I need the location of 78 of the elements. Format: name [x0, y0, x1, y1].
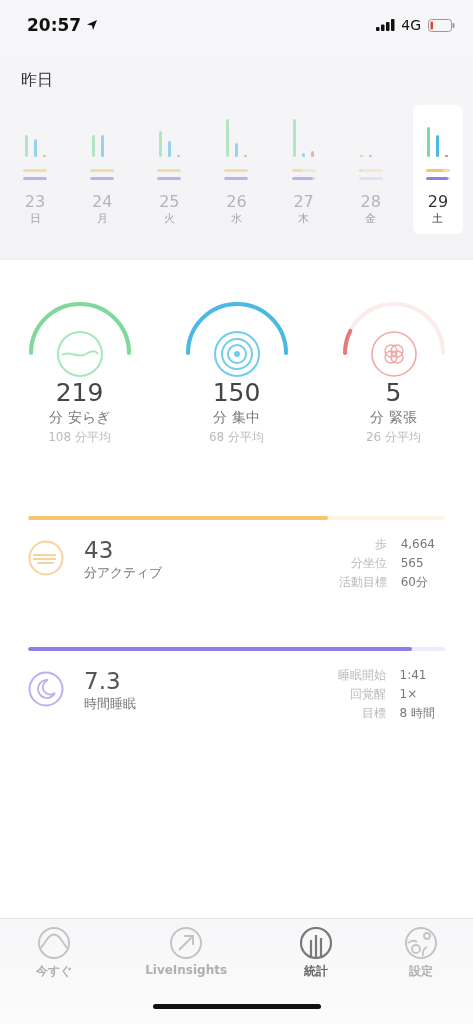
- detail-value: 4,664: [400, 537, 435, 551]
- mini-bar: [311, 151, 315, 157]
- day-date: 27: [293, 192, 314, 211]
- mini-bar: [427, 127, 431, 157]
- network-type: 4G: [401, 17, 421, 33]
- detail-label: 分坐位: [349, 555, 387, 572]
- hill-circle-icon: [38, 927, 71, 959]
- day-date: 23: [24, 192, 46, 211]
- mini-bar: [33, 139, 37, 157]
- overlapping-circles-icon: [369, 330, 418, 378]
- day-column[interactable]: 28 金: [345, 105, 396, 234]
- gauge-value: 150: [212, 378, 261, 407]
- tab-item[interactable]: LiveInsights: [141, 927, 232, 980]
- mini-bar: [24, 135, 28, 157]
- tab-item[interactable]: 今すぐ: [32, 927, 77, 980]
- day-date: 25: [159, 192, 180, 211]
- day-column[interactable]: 25 火: [144, 105, 195, 234]
- day-weekday: 水: [230, 211, 242, 226]
- detail-label: 活動目標: [338, 574, 387, 591]
- mini-bar: [234, 143, 238, 157]
- detail-value: 8 時間: [399, 705, 435, 722]
- gauge-average: 108 分平均: [48, 429, 111, 446]
- lines-circle-icon: [28, 540, 64, 576]
- detail-value: 60分: [400, 574, 429, 591]
- mini-bar: [158, 131, 162, 157]
- day-weekday: 金: [365, 211, 377, 226]
- settings-icon: [404, 927, 437, 959]
- gauge-average: 68 分平均: [208, 429, 265, 446]
- mini-bar: [100, 135, 104, 157]
- detail-label: 目標: [360, 705, 386, 722]
- detail-label: 歩: [373, 536, 387, 553]
- detail-value: 1×: [399, 687, 419, 701]
- day-date: 26: [226, 192, 247, 211]
- summary-value: 7.3: [84, 667, 122, 695]
- day-weekday: 日: [29, 211, 41, 226]
- signal-icon: [376, 19, 397, 31]
- wave-circle-icon: [55, 330, 104, 378]
- mini-bar: [91, 135, 95, 157]
- day-weekday: 火: [163, 211, 175, 226]
- day-column[interactable]: 27 木: [278, 105, 329, 234]
- summary-value: 43: [84, 536, 115, 564]
- moon-icon: [28, 671, 64, 707]
- day-weekday: 土: [432, 211, 444, 226]
- day-date: 28: [360, 192, 381, 211]
- mini-bar: [225, 119, 229, 157]
- day-column[interactable]: 26 水: [211, 105, 262, 234]
- summary-label: 分アクティブ: [84, 564, 163, 582]
- day-weekday: 木: [298, 211, 310, 226]
- clock-time: 20:57: [27, 15, 82, 35]
- location-arrow-icon: [86, 19, 99, 31]
- mini-bar: [293, 119, 297, 157]
- mini-bar: [436, 135, 440, 157]
- arrow-circle-icon: [170, 927, 203, 959]
- mini-bar: [167, 141, 171, 157]
- gauge-label: 分 集中: [213, 409, 260, 427]
- day-date: 29: [427, 192, 449, 211]
- day-column[interactable]: 29 土: [412, 105, 463, 234]
- gauge-label: 分 安らぎ: [49, 409, 110, 427]
- section-title: 昨日: [20, 70, 54, 91]
- day-column[interactable]: 23 日: [10, 105, 60, 234]
- target-icon: [212, 330, 261, 378]
- day-weekday: 月: [96, 211, 108, 226]
- detail-value: 565: [400, 556, 425, 570]
- detail-label: 回覚醒: [348, 686, 386, 703]
- detail-value: 1:41: [399, 668, 428, 682]
- detail-label: 睡眠開始: [337, 667, 386, 684]
- day-column[interactable]: 24 月: [77, 105, 128, 234]
- tab-item[interactable]: 設定: [400, 927, 441, 980]
- gauge-label: 分 緊張: [370, 409, 417, 427]
- gauge-value: 219: [55, 378, 104, 407]
- bar-chart-icon: [299, 927, 332, 959]
- gauge-value: 5: [385, 378, 402, 407]
- gauge-average: 26 分平均: [365, 429, 422, 446]
- day-date: 24: [91, 192, 113, 211]
- summary-label: 時間睡眠: [84, 695, 137, 713]
- tab-item[interactable]: 統計: [295, 927, 336, 980]
- battery-icon: [428, 18, 455, 32]
- mini-bar: [302, 153, 306, 157]
